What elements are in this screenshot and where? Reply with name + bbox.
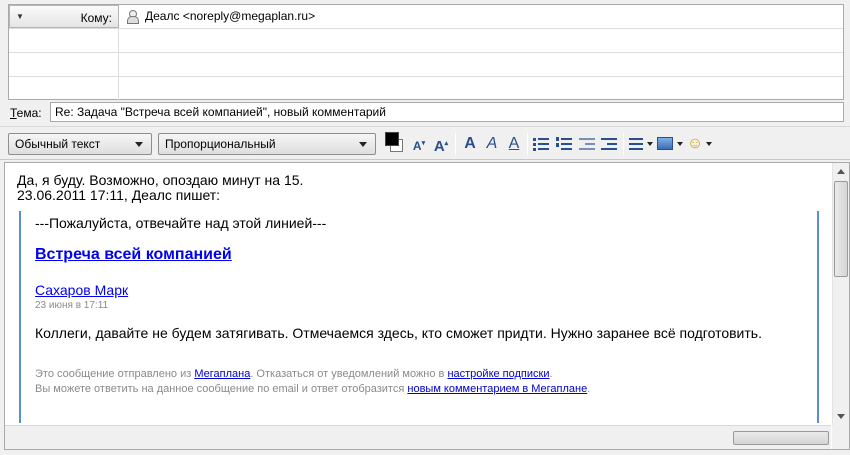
underline-button[interactable]: A — [505, 133, 523, 155]
font-family-select[interactable]: Пропорциональный — [158, 133, 376, 155]
indent-icon[interactable] — [601, 137, 617, 151]
chevron-down-icon[interactable] — [677, 142, 683, 146]
reply-text-line: Да, я буду. Возможно, опоздаю минут на 1… — [17, 172, 304, 188]
scroll-up-icon[interactable] — [837, 169, 845, 174]
chevron-down-icon — [359, 142, 367, 147]
horizontal-scroll-thumb[interactable] — [733, 431, 829, 445]
chevron-down-icon — [135, 142, 143, 147]
paragraph-style-select[interactable]: Обычный текст — [8, 133, 152, 155]
recipient-type-dropdown[interactable]: ▼ Кому: — [9, 5, 119, 28]
subject-input[interactable] — [50, 102, 844, 122]
insert-image-icon[interactable] — [657, 137, 673, 150]
font-larger-button[interactable]: A▴ — [432, 133, 450, 155]
recipients-grid: ▼ Кому: Деалс <noreply@megaplan.ru> — [8, 4, 844, 101]
recipient-row-empty[interactable] — [9, 53, 843, 77]
new-comment-link[interactable]: новым комментарием в Мегаплане — [407, 383, 587, 395]
subscription-settings-link[interactable]: настройке подписки — [447, 368, 549, 380]
align-icon[interactable] — [629, 137, 645, 151]
quote-attribution: 23.06.2011 17:11, Деалс пишет: — [17, 187, 221, 203]
recipient-type-label: Кому: — [80, 11, 112, 25]
message-body-content[interactable]: Да, я буду. Возможно, опоздаю минут на 1… — [5, 163, 831, 425]
toolbar-separator — [455, 133, 456, 155]
comment-text: Коллеги, давайте не будем затягивать. От… — [35, 325, 762, 341]
font-family-value: Пропорциональный — [165, 137, 276, 151]
recipient-type-cell[interactable] — [9, 77, 119, 101]
italic-button[interactable]: A — [483, 133, 501, 155]
recipient-address-text: Деалс <noreply@megaplan.ru> — [145, 9, 316, 23]
recipient-type-cell[interactable] — [9, 29, 119, 52]
message-body-editor[interactable]: Да, я буду. Возможно, опоздаю минут на 1… — [4, 162, 850, 450]
megaplan-link[interactable]: Мегаплана — [194, 368, 250, 380]
quoted-message: ---Пожалуйста, отвечайте над этой линией… — [19, 211, 819, 423]
formatting-toolbar: Обычный текст Пропорциональный A▾ A▴ A A… — [0, 126, 850, 160]
chevron-down-icon[interactable] — [706, 142, 712, 146]
contact-icon — [127, 10, 139, 24]
reply-divider: ---Пожалуйста, отвечайте над этой линией… — [35, 215, 327, 231]
text-color-button[interactable] — [385, 132, 403, 154]
bullet-list-icon[interactable] — [533, 137, 549, 151]
subject-label: Тема: — [10, 106, 42, 120]
dropdown-arrow-icon: ▼ — [16, 12, 24, 21]
task-link[interactable]: Встреча всей компанией — [35, 246, 803, 264]
scroll-down-icon[interactable] — [837, 414, 845, 419]
scrollbar-corner — [832, 425, 849, 449]
toolbar-separator — [527, 133, 528, 155]
outdent-icon[interactable] — [579, 137, 595, 151]
numbered-list-icon[interactable] — [556, 137, 572, 151]
toolbar-separator — [623, 133, 624, 155]
vertical-scrollbar[interactable] — [832, 163, 849, 425]
recipient-type-cell[interactable] — [9, 53, 119, 76]
recipient-row[interactable]: ▼ Кому: Деалс <noreply@megaplan.ru> — [9, 5, 843, 29]
recipient-address[interactable]: Деалс <noreply@megaplan.ru> — [127, 9, 316, 24]
horizontal-scrollbar[interactable] — [5, 425, 831, 449]
vertical-scroll-thumb[interactable] — [834, 181, 848, 277]
notification-footer: Это сообщение отправлено из Мегаплана. О… — [35, 368, 591, 395]
bold-button[interactable]: A — [461, 133, 479, 155]
comment-date: 23 июня в 17:11 — [35, 300, 109, 311]
smiley-icon[interactable]: ☺ — [686, 133, 704, 155]
author-link[interactable]: Сахаров Марк — [35, 282, 803, 298]
font-smaller-button[interactable]: A▾ — [410, 133, 428, 155]
chevron-down-icon[interactable] — [647, 142, 653, 146]
foreground-color-swatch — [385, 132, 399, 146]
recipient-row-empty[interactable] — [9, 77, 843, 101]
paragraph-style-value: Обычный текст — [15, 137, 101, 151]
recipient-row-empty[interactable] — [9, 29, 843, 53]
